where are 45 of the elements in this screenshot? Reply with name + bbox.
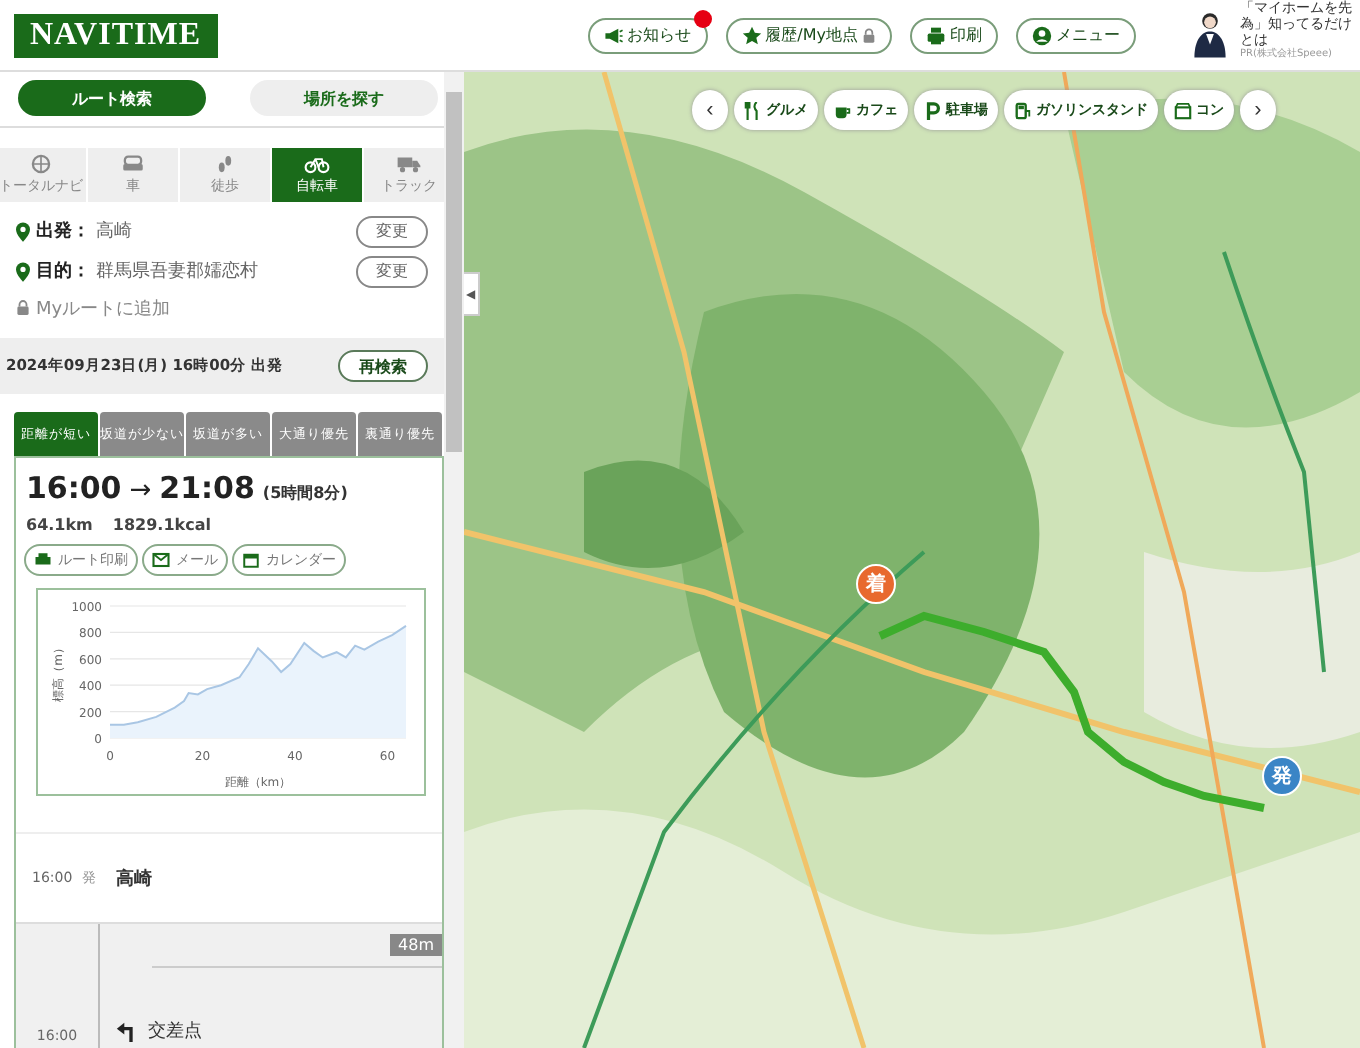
star-icon — [741, 25, 762, 45]
change-button[interactable]: 変更 — [356, 255, 428, 287]
pin-icon — [16, 261, 30, 281]
duration-text: (5時間8分) — [262, 482, 348, 504]
navitime-logo[interactable]: NAVITIME — [14, 13, 217, 57]
point-value: 高崎 — [96, 219, 134, 244]
add-my-route-link[interactable]: Myルートに追加 — [36, 295, 171, 321]
store-icon — [1174, 101, 1192, 119]
cutlery-icon — [744, 101, 762, 119]
cup-icon — [834, 101, 852, 119]
research-button[interactable]: 再検索 — [338, 350, 428, 382]
envelope-icon — [152, 552, 170, 568]
depart-time: 16:00 — [26, 470, 122, 506]
truck-icon — [396, 154, 422, 174]
turn-left-icon — [116, 1021, 136, 1041]
search-tab[interactable]: 場所を探す — [250, 80, 438, 116]
calories-text: 1829.1kcal — [112, 516, 211, 534]
parking-icon — [924, 101, 942, 119]
point-value: 群馬県吾妻郡嬬恋村 — [96, 259, 260, 284]
step-name: 高崎 — [116, 866, 153, 891]
printer-icon — [34, 552, 52, 568]
point-label: 目的： — [36, 259, 90, 284]
pin-icon — [16, 221, 30, 241]
header-button[interactable]: 印刷 — [910, 17, 998, 53]
turn-name: 交差点 — [148, 1019, 202, 1044]
point-label: 出発： — [36, 218, 90, 244]
arrow-symbol: → — [129, 476, 152, 506]
lock-icon — [16, 298, 30, 318]
bicycle-icon — [304, 154, 330, 174]
header-button[interactable]: 履歴/My地点 — [725, 17, 892, 53]
distance-text: 64.1km — [26, 516, 93, 534]
user-icon — [1032, 25, 1052, 45]
distance-badge: 48m — [390, 934, 442, 956]
fuel-pump-icon — [1014, 101, 1032, 119]
printer-icon — [926, 25, 946, 45]
search-tab[interactable]: ルート検索 — [18, 80, 206, 116]
calendar-icon — [242, 552, 260, 568]
header-button[interactable]: メニュー — [1016, 17, 1136, 53]
lock-icon — [862, 27, 876, 43]
car-icon — [120, 154, 146, 174]
globe-icon — [28, 154, 54, 174]
megaphone-icon — [603, 25, 624, 45]
arrive-time: 21:08 — [159, 470, 255, 506]
scrollbar[interactable] — [444, 72, 464, 1048]
change-button[interactable]: 変更 — [356, 215, 428, 247]
